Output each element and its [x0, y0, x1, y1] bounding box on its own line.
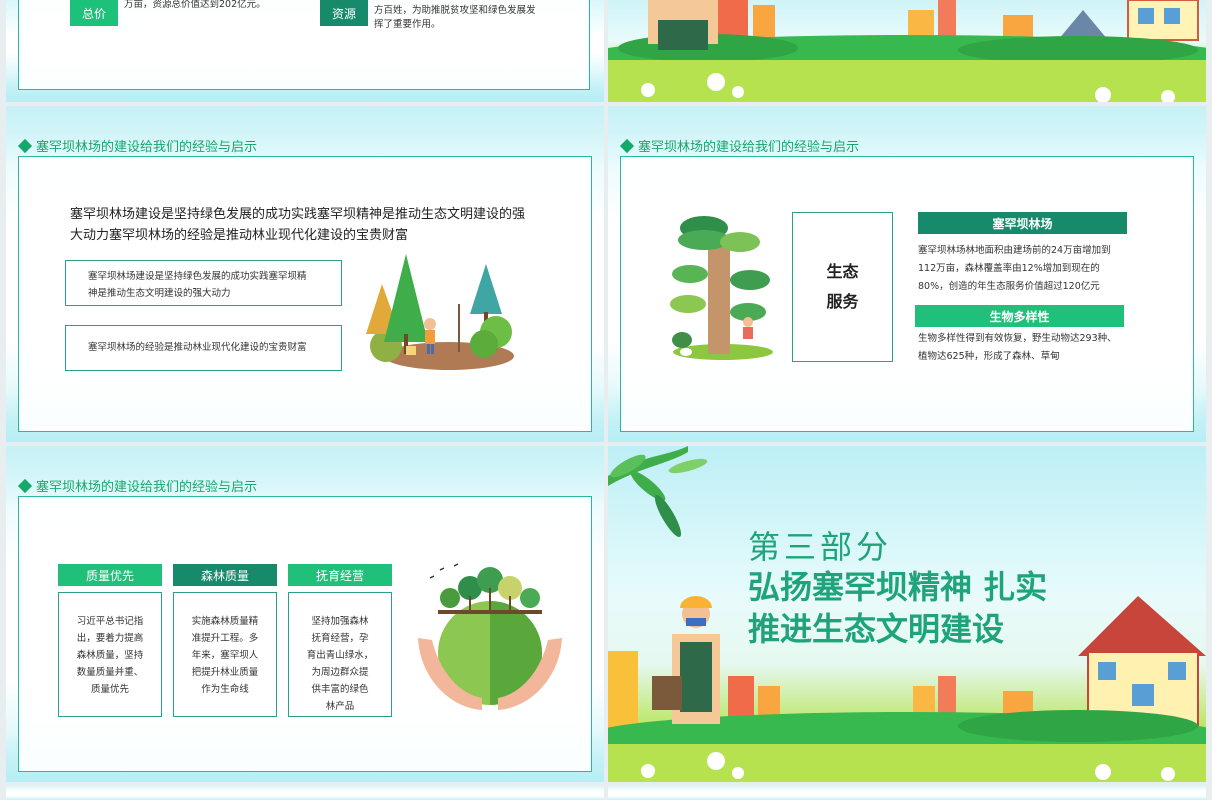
- label-box-total: 总价: [70, 0, 118, 26]
- slide-thumbnail-3[interactable]: 塞罕坝林场的建设给我们的经验与启示 塞罕坝林场建设是坚持绿色发展的成功实践塞罕坝…: [6, 106, 604, 442]
- card-line: 为周边群众提: [311, 667, 369, 678]
- card-line: 实施森林质量精: [191, 616, 259, 627]
- desc-line: 植物达625种，形成了森林、草甸: [918, 351, 1060, 362]
- slide-thumbnail-6[interactable]: 第三部分 弘扬塞罕坝精神 扎实 推进生态文明建设: [608, 446, 1206, 782]
- card-body: 坚持加强森林 抚育经营，孕 育出青山绿水， 为周边群众提 供丰富的绿色 林产品: [288, 592, 392, 717]
- card-line: 准提升工程。多: [191, 633, 259, 644]
- card-line: 把提升林业质量: [191, 667, 259, 678]
- slide-sorter-canvas: 总价 万亩，资源总价值达到202亿元。 资源 方百姓，为助推脱贫攻坚和绿色发展发…: [0, 0, 1212, 800]
- card-body: 习近平总书记指 出，要着力提高 森林质量，坚持 数量质量并重、 质量优先: [58, 592, 162, 717]
- card-title-text: 质量优先: [85, 568, 134, 583]
- card-line: 质量优先: [90, 684, 129, 695]
- tree-planting-illustration: [366, 254, 514, 370]
- card-title-forest-quality: 森林质量: [173, 564, 277, 586]
- tag-text: 塞罕坝林场: [992, 216, 1053, 231]
- card-line: 习近平总书记指: [76, 616, 144, 627]
- slide-thumbnail-7[interactable]: [6, 786, 604, 800]
- diamond-icon: [17, 478, 33, 493]
- point-box-2: 塞罕坝林场的经验是推动林业现代化建设的宝贵财富: [65, 325, 342, 371]
- desc-line: 塞罕坝林场林地面积由建场前的24万亩增加到: [918, 245, 1111, 256]
- hands-earth-illustration: [418, 563, 562, 710]
- tag-biodiversity: 生物多样性: [915, 305, 1124, 327]
- desc-line: 112万亩，森林覆盖率由12%增加到现在的: [918, 263, 1100, 274]
- slide-heading-text: 塞罕坝林场的建设给我们的经验与启示: [36, 140, 258, 155]
- body-text: 万亩，资源总价值达到202亿元。: [124, 0, 266, 10]
- card-line: 森林质量，坚持: [76, 650, 144, 661]
- card-line: 出，要着力提高: [76, 633, 144, 644]
- card-line: 供丰富的绿色: [311, 684, 369, 695]
- main-text-line: 塞罕坝林场建设是坚持绿色发展的成功实践塞罕坝精神是推动生态文明建设的强: [70, 207, 526, 222]
- slide-thumbnail-1[interactable]: 总价 万亩，资源总价值达到202亿元。 资源 方百姓，为助推脱贫攻坚和绿色发展发…: [6, 0, 604, 102]
- label-text: 资源: [331, 6, 356, 21]
- slide-heading: 塞罕坝林场的建设给我们的经验与启示: [17, 136, 258, 155]
- slide-thumbnail-2[interactable]: [608, 0, 1206, 102]
- card-line: 坚持加强森林: [311, 616, 369, 627]
- slide-thumbnail-5[interactable]: 塞罕坝林场的建设给我们的经验与启示 质量优先 习近平总书记指 出，要着力提高 森…: [6, 446, 604, 782]
- point-text-line: 塞罕坝林场建设是坚持绿色发展的成功实践塞罕坝精: [88, 271, 307, 282]
- card-title-quality-first: 质量优先: [58, 564, 162, 586]
- desc-line: 生物多样性得到有效恢复，野生动物达293种、: [918, 333, 1117, 344]
- card-title-tending: 抚育经营: [288, 564, 392, 586]
- slide-heading-text: 塞罕坝林场的建设给我们的经验与启示: [638, 140, 860, 155]
- main-text-line: 大动力塞罕坝林场的经验是推动林业现代化建设的宝贵财富: [70, 228, 409, 243]
- card-line: 育出青山绿水，: [306, 650, 374, 661]
- slide-heading-text: 塞罕坝林场的建设给我们的经验与启示: [36, 480, 258, 495]
- card-line: 林产品: [325, 701, 355, 712]
- tag-text: 生物多样性: [989, 309, 1050, 324]
- landscape-illustration: [608, 596, 1206, 782]
- card-line: 抚育经营，孕: [311, 633, 369, 644]
- card-body: 实施森林质量精 准提升工程。多 年来，塞罕坝人 把提升林业质量 作为生命线: [173, 592, 277, 717]
- diamond-icon: [619, 138, 635, 153]
- card-title-text: 抚育经营: [315, 568, 364, 583]
- diamond-icon: [17, 138, 33, 153]
- card-line: 作为生命线: [201, 684, 249, 695]
- card-line: 年来，塞罕坝人: [191, 650, 259, 661]
- desc-line: 80%，创造的年生态服务价值超过120亿元: [918, 281, 1100, 292]
- label-text: 总价: [81, 6, 106, 21]
- slide-thumbnail-8[interactable]: [608, 786, 1206, 800]
- point-box-1: 塞罕坝林场建设是坚持绿色发展的成功实践塞罕坝精 神是推动生态文明建设的强大动力: [65, 260, 342, 306]
- leaf-decoration: [608, 446, 708, 537]
- card-line: 数量质量并重、: [76, 667, 144, 678]
- point-text-line: 神是推动生态文明建设的强大动力: [88, 288, 231, 299]
- center-text-line: 生态: [826, 262, 859, 281]
- landscape-illustration: [608, 0, 1206, 102]
- point-text: 塞罕坝林场的经验是推动林业现代化建设的宝贵财富: [88, 342, 307, 353]
- slide-heading: 塞罕坝林场的建设给我们的经验与启示: [17, 476, 258, 495]
- label-box-resource: 资源: [320, 0, 368, 26]
- slide-heading: 塞罕坝林场的建设给我们的经验与启示: [619, 136, 860, 155]
- big-tree-illustration: [670, 216, 773, 360]
- tag-saihanba: 塞罕坝林场: [918, 212, 1127, 234]
- center-text-line: 服务: [826, 292, 859, 311]
- card-title-text: 森林质量: [200, 568, 249, 583]
- center-box: 生态 服务: [792, 212, 893, 362]
- body-text-line: 挥了重要作用。: [374, 19, 441, 30]
- slide-thumbnail-4[interactable]: 塞罕坝林场的建设给我们的经验与启示 生态 服务 塞罕坝林场 塞罕坝林场林地面积由…: [608, 106, 1206, 442]
